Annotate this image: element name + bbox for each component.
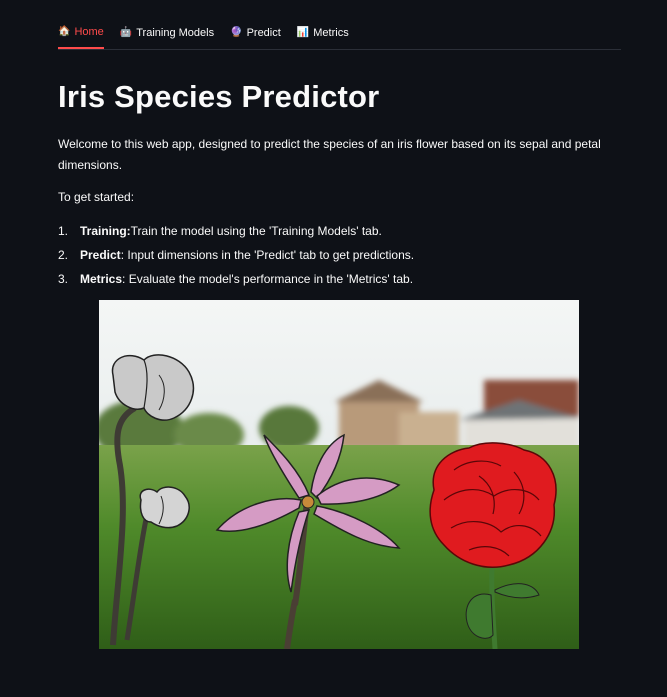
tab-predict[interactable]: 🔮 Predict [230,18,281,49]
crystal-ball-icon: 🔮 [230,26,243,38]
step-term: Predict [80,248,121,262]
list-item: 3. Metrics : Evaluate the model's perfor… [58,267,414,291]
house-icon: 🏠 [58,25,71,37]
step-text: : Input dimensions in the 'Predict' tab … [120,248,415,262]
list-item: 1. Training: Train the model using the '… [58,219,414,243]
hero-image [99,300,579,649]
getting-started-text: To get started: [58,190,135,204]
tab-training-models[interactable]: 🤖 Training Models [120,18,214,49]
robot-icon: 🤖 [119,26,133,38]
intro-text: Welcome to this web app, designed to pre… [58,137,601,172]
step-number: 3. [58,272,69,286]
bar-chart-icon: 📊 [296,26,310,38]
step-text: : Evaluate the model's performance in th… [122,272,414,286]
tab-label: Training Models [136,26,215,39]
step-text: Train the model using the 'Training Mode… [130,224,382,238]
step-term: Training: [80,224,131,238]
tab-label: Predict [246,26,281,39]
tab-bar: 🏠 Home 🤖 Training Models 🔮 Predict 📊 Met… [58,18,621,50]
white-flower-small [139,486,190,529]
tab-label: Metrics [313,26,349,39]
tab-metrics[interactable]: 📊 Metrics [297,18,349,49]
page-title: Iris Species Predictor [58,79,380,114]
red-rose [429,442,557,569]
app-root: 🏠 Home 🤖 Training Models 🔮 Predict 📊 Met… [0,0,667,697]
step-number: 2. [58,248,69,262]
tab-home[interactable]: 🏠 Home [58,18,104,49]
step-term: Metrics [80,272,123,286]
steps-list: 1. Training: Train the model using the '… [58,219,414,291]
step-number: 1. [58,224,69,238]
tab-label: Home [74,25,104,38]
list-item: 2. Predict : Input dimensions in the 'Pr… [58,243,414,267]
